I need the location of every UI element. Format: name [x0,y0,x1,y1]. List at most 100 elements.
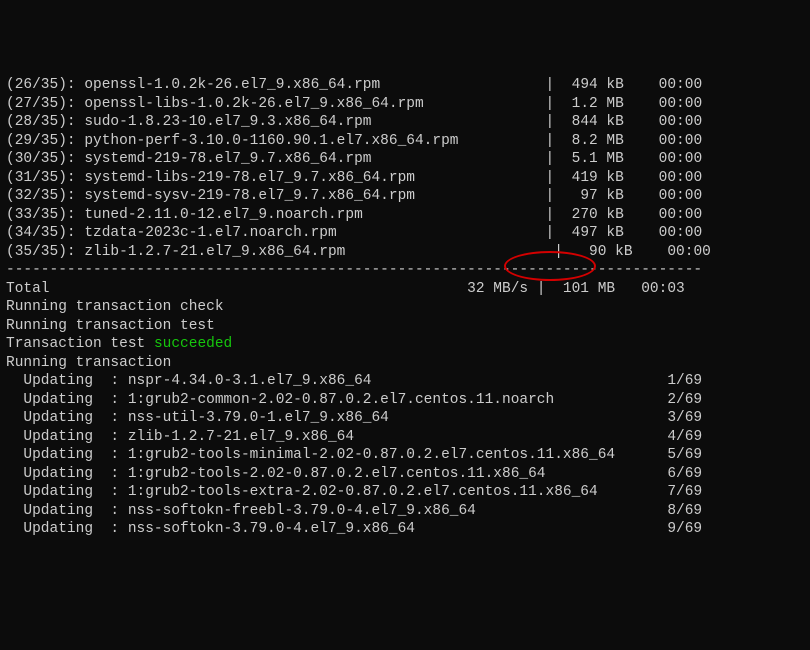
download-time: 00:00 [659,207,703,223]
update-action: Updating [23,484,110,500]
download-row: (28/35): sudo-1.8.23-10.el7_9.3.x86_64.r… [6,113,804,132]
separator-text: ----------------------------------------… [6,262,702,278]
column-separator: | [415,188,563,204]
spacer [624,133,659,149]
status-check: Running transaction check [6,298,804,317]
colon: : [110,429,127,445]
total-label: Total [6,281,441,297]
total-time: 00:03 [641,281,685,297]
download-index: (26/35): [6,77,84,93]
update-row: Updating : nspr-4.34.0-3.1.el7_9.x86_64 … [6,372,804,391]
download-size: 419 kB [563,170,624,186]
download-package: openssl-libs-1.0.2k-26.el7_9.x86_64.rpm [84,96,423,112]
colon: : [110,410,127,426]
column-separator: | [371,114,562,130]
update-row: Updating : 1:grub2-tools-2.02-0.87.0.2.e… [6,465,804,484]
update-row: Updating : 1:grub2-tools-minimal-2.02-0.… [6,446,804,465]
update-counter: 1/69 [667,373,702,389]
update-counter: 3/69 [667,410,702,426]
download-index: (35/35): [6,244,84,260]
update-package: nss-softokn-3.79.0-4.el7_9.x86_64 [128,521,415,537]
column-separator: | [345,244,571,260]
spacer [624,151,659,167]
download-time: 00:00 [659,77,703,93]
update-package: 1:grub2-common-2.02-0.87.0.2.el7.centos.… [128,392,554,408]
download-package: python-perf-3.10.0-1160.90.1.el7.x86_64.… [84,133,458,149]
update-package: nss-util-3.79.0-1.el7_9.x86_64 [128,410,389,426]
download-package: zlib-1.2.7-21.el7_9.x86_64.rpm [84,244,345,260]
spacer [624,225,659,241]
update-counter: 5/69 [667,447,702,463]
spacer [415,521,667,537]
indent [6,410,23,426]
column-separator: | [337,225,563,241]
update-counter: 7/69 [667,484,702,500]
status-test: Running transaction test [6,317,804,336]
update-action: Updating [23,447,110,463]
update-row: Updating : nss-util-3.79.0-1.el7_9.x86_6… [6,409,804,428]
download-size: 844 kB [563,114,624,130]
indent [6,521,23,537]
update-action: Updating [23,392,110,408]
download-package: tuned-2.11.0-12.el7_9.noarch.rpm [84,207,362,223]
transaction-test-result: Transaction test succeeded [6,335,804,354]
download-row: (29/35): python-perf-3.10.0-1160.90.1.el… [6,132,804,151]
colon: : [110,373,127,389]
status-text: Running transaction check [6,299,224,315]
download-size: 270 kB [563,207,624,223]
download-size: 497 kB [563,225,624,241]
colon: : [110,484,127,500]
download-time: 00:00 [659,225,703,241]
update-row: Updating : 1:grub2-common-2.02-0.87.0.2.… [6,391,804,410]
update-row: Updating : zlib-1.2.7-21.el7_9.x86_64 4/… [6,428,804,447]
column-separator: | [528,281,554,297]
download-size: 8.2 MB [563,133,624,149]
colon: : [110,521,127,537]
column-separator: | [459,133,563,149]
spacer [624,96,659,112]
download-package: systemd-sysv-219-78.el7_9.7.x86_64.rpm [84,188,415,204]
indent [6,466,23,482]
download-index: (32/35): [6,188,84,204]
column-separator: | [363,207,563,223]
status-text: Running transaction [6,355,171,371]
spacer [633,244,668,260]
column-separator: | [371,151,562,167]
update-counter: 9/69 [667,521,702,537]
download-index: (29/35): [6,133,84,149]
update-action: Updating [23,410,110,426]
download-index: (28/35): [6,114,84,130]
download-time: 00:00 [659,188,703,204]
update-package: zlib-1.2.7-21.el7_9.x86_64 [128,429,354,445]
indent [6,373,23,389]
download-row: (32/35): systemd-sysv-219-78.el7_9.7.x86… [6,187,804,206]
spacer [624,77,659,93]
indent [6,484,23,500]
update-action: Updating [23,429,110,445]
column-separator: | [415,170,563,186]
download-time: 00:00 [659,151,703,167]
download-index: (31/35): [6,170,84,186]
update-action: Updating [23,373,110,389]
download-package: systemd-219-78.el7_9.7.x86_64.rpm [84,151,371,167]
download-size: 90 kB [572,244,633,260]
running-transaction: Running transaction [6,354,804,373]
status-text: Running transaction test [6,318,215,334]
separator-line: ----------------------------------------… [6,261,804,280]
spacer [624,170,659,186]
download-row: (33/35): tuned-2.11.0-12.el7_9.noarch.rp… [6,206,804,225]
download-index: (30/35): [6,151,84,167]
total-size: 101 MB [554,281,615,297]
spacer [624,114,659,130]
update-counter: 4/69 [667,429,702,445]
update-counter: 6/69 [667,466,702,482]
download-index: (33/35): [6,207,84,223]
status-succeeded: succeeded [154,336,232,352]
spacer [554,392,667,408]
colon: : [110,447,127,463]
download-row: (30/35): systemd-219-78.el7_9.7.x86_64.r… [6,150,804,169]
status-text: Transaction test [6,336,154,352]
total-speed: 32 MB/s [441,281,528,297]
spacer [615,281,641,297]
update-row: Updating : nss-softokn-3.79.0-4.el7_9.x8… [6,520,804,539]
